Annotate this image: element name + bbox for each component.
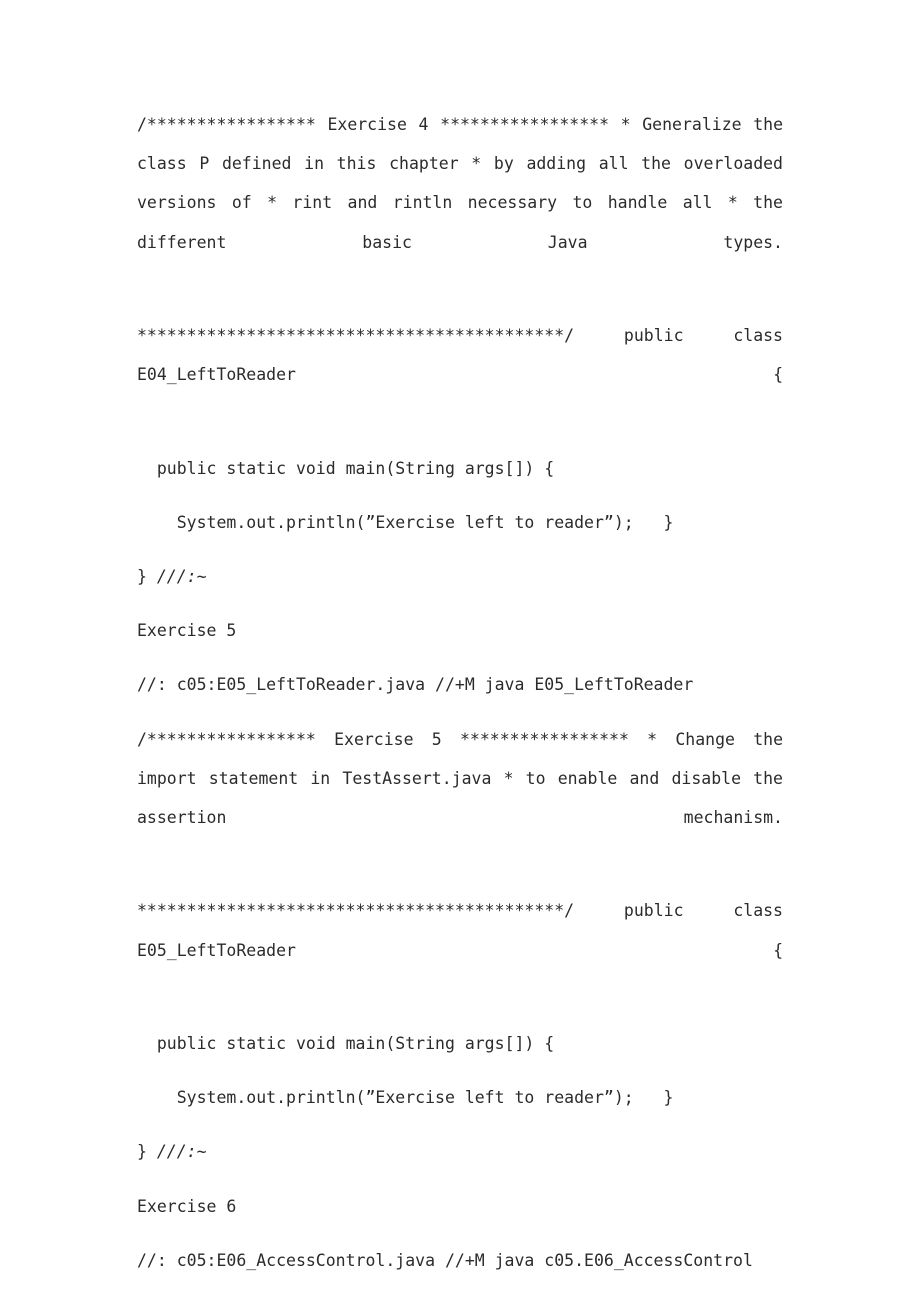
exercise-6-file-path-comment: //: c05:E06_AccessControl.java //+M java… <box>137 1250 753 1270</box>
exercise-4-closing-brace: } ///:~ <box>137 557 783 596</box>
closing-brace-text: } <box>137 567 157 587</box>
exercise-4-comment-block: /***************** Exercise 4 **********… <box>137 115 783 252</box>
closing-marker-text: ///:~ <box>156 567 207 587</box>
exercise-5-file-path-comment: //: c05:E05_LeftToReader.java //+M java … <box>137 675 694 695</box>
document-page: /***************** Exercise 4 **********… <box>0 0 920 1302</box>
exercise-5-main-signature: public static void main(String args[]) { <box>137 1034 555 1054</box>
closing-marker-text: ///:~ <box>156 1142 207 1162</box>
exercise-6-heading: Exercise 6 <box>137 1196 237 1216</box>
closing-brace-text: } <box>137 1142 157 1162</box>
exercise-5-println-statement: System.out.println(”Exercise left to rea… <box>137 1088 674 1108</box>
exercise-5-comment-block: /***************** Exercise 5 **********… <box>137 729 783 828</box>
exercise-4-main-signature: public static void main(String args[]) { <box>137 458 555 478</box>
exercise-5-closing-brace: } ///:~ <box>137 1132 783 1171</box>
exercise-4-println-statement: System.out.println(”Exercise left to rea… <box>137 512 674 532</box>
document-text-column: /***************** Exercise 4 **********… <box>137 105 783 1295</box>
exercise-4-comment-close-and-class-decl: ****************************************… <box>137 326 783 385</box>
exercise-5-comment-close-and-class-decl: ****************************************… <box>137 901 783 960</box>
exercise-5-heading: Exercise 5 <box>137 621 237 641</box>
